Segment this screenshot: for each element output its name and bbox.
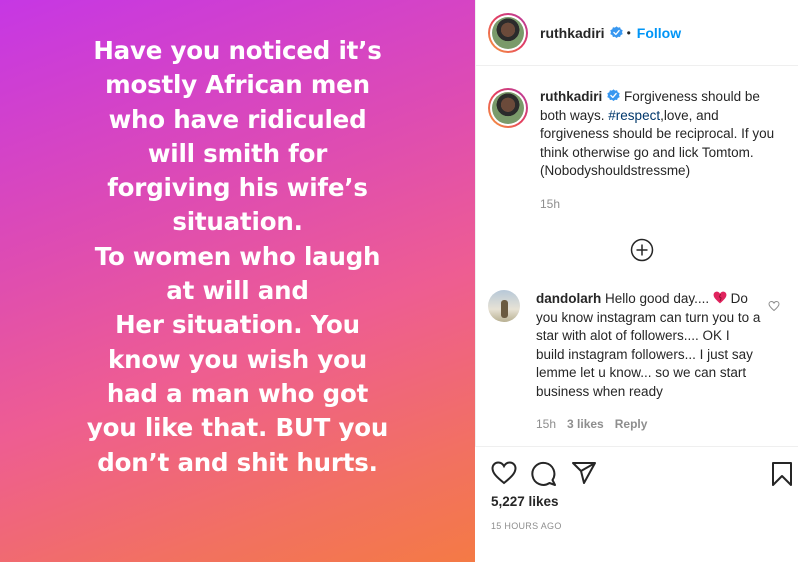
comment-icon[interactable] bbox=[531, 461, 557, 487]
caption-hashtag[interactable]: #respect bbox=[608, 108, 660, 123]
author-avatar[interactable] bbox=[488, 12, 528, 53]
red-heart-emoji-icon bbox=[713, 291, 727, 304]
header-separator: • bbox=[626, 25, 631, 40]
comment-text: dandolarh Hello good day.... Do you know… bbox=[536, 290, 761, 401]
reply-button[interactable]: Reply bbox=[615, 417, 648, 431]
post-image[interactable]: Have you noticed it’s mostly African men… bbox=[0, 0, 475, 562]
post-actions-bar: 5,227 likes 15 HOURS AGO bbox=[475, 446, 798, 562]
comment-likes[interactable]: 3 likes bbox=[567, 417, 604, 431]
image-text-line: know you wish you bbox=[108, 344, 367, 374]
image-text-line: at will and bbox=[166, 276, 309, 306]
comment-body: dandolarh Hello good day.... Do you know… bbox=[536, 290, 761, 434]
image-text-line: Have you noticed it’s bbox=[93, 36, 382, 65]
verified-badge-icon bbox=[607, 89, 620, 102]
likes-count[interactable]: 5,227 likes bbox=[491, 494, 559, 509]
commenter-avatar[interactable] bbox=[488, 290, 520, 322]
commenter-username[interactable]: dandolarh bbox=[536, 291, 601, 306]
instagram-post: Have you noticed it’s mostly African men… bbox=[0, 0, 798, 562]
caption-text: ruthkadiri Forgiveness should be both wa… bbox=[540, 88, 788, 181]
post-header: ruthkadiri • Follow bbox=[476, 0, 798, 66]
caption-body: ruthkadiri Forgiveness should be both wa… bbox=[540, 88, 788, 213]
author-username[interactable]: ruthkadiri bbox=[540, 25, 605, 41]
caption-username[interactable]: ruthkadiri bbox=[540, 89, 602, 104]
image-text-line: situation. bbox=[172, 207, 303, 237]
caption-avatar[interactable] bbox=[488, 88, 528, 128]
comment-timestamp[interactable]: 15h bbox=[536, 417, 556, 431]
comment-text-part: Hello good day.... bbox=[601, 291, 713, 306]
image-text-line: who have ridiculed bbox=[108, 104, 367, 134]
bookmark-icon[interactable] bbox=[771, 461, 793, 487]
post-image-text: Have you noticed it’s mostly African men… bbox=[0, 34, 475, 480]
heart-icon[interactable] bbox=[491, 461, 517, 485]
verified-badge-icon bbox=[609, 26, 623, 39]
add-comments-icon[interactable] bbox=[630, 238, 654, 262]
image-text-line: you like that. BUT you bbox=[86, 413, 389, 443]
comment-item: dandolarh Hello good day.... Do you know… bbox=[488, 290, 788, 434]
follow-button[interactable]: Follow bbox=[637, 25, 681, 41]
image-text-line: mostly African men bbox=[105, 70, 370, 100]
post-caption: ruthkadiri Forgiveness should be both wa… bbox=[488, 88, 788, 213]
caption-timestamp[interactable]: 15h bbox=[540, 195, 788, 214]
image-text-line: Her situation. You bbox=[115, 310, 360, 340]
image-text-line: forgiving his wife’s bbox=[107, 173, 368, 203]
image-text-line: had a man who got bbox=[106, 378, 369, 408]
image-text-line: To women who laugh bbox=[94, 241, 381, 271]
comment-meta: 15h 3 likes Reply bbox=[536, 415, 761, 434]
share-icon[interactable] bbox=[571, 461, 597, 485]
comment-text-part: Do you know instagram can turn you to a … bbox=[536, 291, 761, 399]
comment-like-heart-icon[interactable] bbox=[768, 300, 780, 312]
image-text-line: will smith for bbox=[147, 138, 328, 168]
post-timestamp[interactable]: 15 HOURS AGO bbox=[491, 521, 562, 531]
image-text-line: don’t and shit hurts. bbox=[97, 447, 378, 477]
